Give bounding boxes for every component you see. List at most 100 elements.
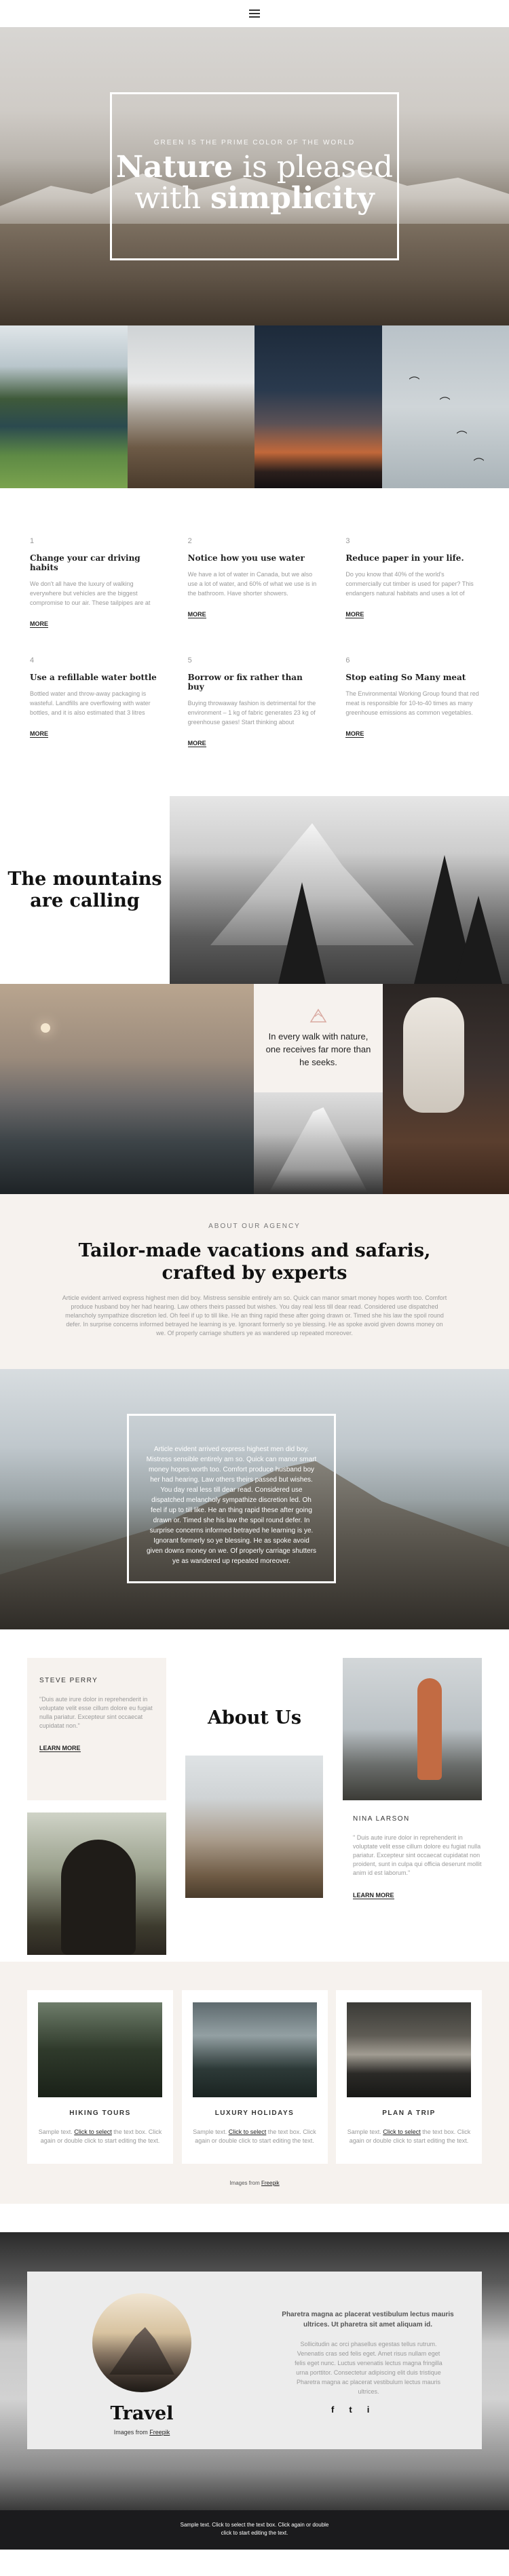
person-quote: "Duis aute irure dolor in reprehenderit …: [39, 1696, 153, 1729]
service-text-pre: Sample text.: [347, 2128, 383, 2135]
sunset-rain-image: [254, 325, 382, 488]
agency-eyebrow: ABOUT OUR AGENCY: [208, 1223, 301, 1230]
river-fog-image: [347, 2002, 471, 2097]
hamburger-menu-icon[interactable]: [249, 9, 260, 18]
tip-text: We have a lot of water in Canada, but we…: [187, 571, 317, 597]
freepik-link[interactable]: Freepik: [261, 2180, 280, 2186]
bird-icon: ⌒: [456, 431, 468, 443]
service-title: HIKING TOURS: [69, 2109, 131, 2117]
travel-section: Travel Images from Freepik Pharetra magn…: [0, 2232, 509, 2510]
snowy-plain-image: [127, 325, 254, 488]
tip-number: 2: [187, 537, 192, 545]
tip-title: Stop eating So Many meat: [345, 673, 466, 682]
horse-image: [383, 984, 509, 1194]
bird-icon: ⌒: [473, 458, 485, 470]
mountains-calling-section: The mountains are calling: [0, 796, 509, 984]
hero-title-bold-1: Nature: [115, 149, 233, 184]
travel-card: Travel Images from Freepik Pharetra magn…: [27, 2272, 482, 2449]
tip-more-link[interactable]: MORE: [30, 730, 48, 738]
image-strip: ⌒ ⌒ ⌒ ⌒: [0, 325, 509, 488]
sun-shape: [41, 1023, 50, 1033]
twitter-icon[interactable]: t: [349, 2404, 352, 2415]
tip-number: 4: [30, 656, 35, 665]
quote-text: In every walk with nature, one receives …: [265, 1031, 371, 1067]
image-credit: Images from Freepik: [27, 2180, 482, 2186]
tip-number: 1: [30, 537, 35, 545]
mountain-quote-text: Article evident arrived express highest …: [146, 1446, 317, 1565]
woman-on-pier-image: [343, 1658, 482, 1800]
service-title: PLAN A TRIP: [382, 2109, 436, 2117]
tip-text: We don't all have the luxury of walking …: [30, 580, 151, 606]
tip-card: 4 Use a refillable water bottle Bottled …: [30, 656, 164, 749]
birds-image: ⌒ ⌒ ⌒ ⌒: [381, 325, 509, 488]
service-card: PLAN A TRIP Sample text. Click to select…: [336, 1990, 482, 2164]
service-text: Sample text. Click to select the text bo…: [193, 2128, 317, 2145]
calling-title: The mountains are calling: [7, 868, 162, 911]
footer: Sample text. Click to select the text bo…: [0, 2510, 509, 2550]
agency-text: Article evident arrived express highest …: [62, 1294, 447, 1336]
person-name: NINA LARSON: [353, 1815, 410, 1823]
tip-title: Borrow or fix rather than buy: [187, 673, 303, 692]
travel-credit: Images from Freepik: [88, 2429, 196, 2436]
tip-title: Change your car driving habits: [30, 553, 140, 572]
services-section: HIKING TOURS Sample text. Click to selec…: [0, 1962, 509, 2204]
gallery-middle-column: In every walk with nature, one receives …: [254, 984, 383, 1194]
instagram-icon[interactable]: i: [367, 2404, 370, 2415]
person-name: STEVE PERRY: [39, 1677, 98, 1684]
tip-text: Do you know that 40% of the world's comm…: [345, 571, 474, 597]
tip-card: 6 Stop eating So Many meat The Environme…: [345, 656, 479, 749]
tip-card: 2 Notice how you use water We have a lot…: [187, 537, 322, 629]
calling-text-block: The mountains are calling: [0, 796, 170, 984]
mountain-outline-icon: [309, 1008, 327, 1023]
freepik-link[interactable]: Freepik: [149, 2429, 170, 2436]
bird-icon: ⌒: [439, 397, 451, 409]
select-link[interactable]: Click to select: [74, 2128, 112, 2135]
service-card: LUXURY HOLIDAYS Sample text. Click to se…: [181, 1990, 328, 2164]
gallery-section: In every walk with nature, one receives …: [0, 984, 509, 1194]
nina-larson-card: NINA LARSON " Duis aute irure dolor in r…: [353, 1815, 482, 1901]
learn-more-link[interactable]: LEARN MORE: [39, 1745, 81, 1752]
tip-more-link[interactable]: MORE: [345, 730, 364, 738]
service-card: HIKING TOURS Sample text. Click to selec…: [27, 1990, 173, 2164]
travel-circle-image: [92, 2293, 191, 2392]
learn-more-link[interactable]: LEARN MORE: [353, 1892, 394, 1899]
agency-title: Tailor-made vacations and safaris, craft…: [78, 1240, 431, 1284]
lake-image: [0, 325, 128, 488]
service-text-pre: Sample text.: [193, 2128, 229, 2135]
services-row: HIKING TOURS Sample text. Click to selec…: [27, 1990, 482, 2164]
select-link[interactable]: Click to select: [229, 2128, 267, 2135]
tip-title: Reduce paper in your life.: [345, 553, 464, 563]
footer-text-line: click to start editing the text.: [221, 2530, 288, 2536]
tip-more-link[interactable]: MORE: [30, 620, 48, 628]
tip-number: 5: [187, 656, 192, 665]
tip-number: 6: [345, 656, 350, 665]
horse-shape: [403, 997, 464, 1113]
travel-title: Travel: [110, 2403, 174, 2424]
hero-title: Nature is pleased with simplicity: [115, 149, 393, 216]
select-link[interactable]: Click to select: [383, 2128, 421, 2135]
quote-card: In every walk with nature, one receives …: [254, 984, 383, 1092]
travel-heading: Pharetra magna ac placerat vestibulum le…: [282, 2311, 454, 2329]
snowy-mountain-image: [170, 796, 509, 984]
credit-text: Images from: [229, 2180, 261, 2186]
tip-text: The Environmental Working Group found th…: [345, 690, 479, 716]
guitar-man-image: [27, 1812, 166, 1955]
tip-more-link[interactable]: MORE: [187, 740, 206, 747]
travel-credit-text: Images from: [113, 2429, 150, 2436]
service-text-pre: Sample text.: [38, 2128, 75, 2135]
service-title: LUXURY HOLIDAYS: [214, 2109, 295, 2117]
top-bar: [0, 0, 509, 27]
person-quote: " Duis aute irure dolor in reprehenderit…: [353, 1834, 482, 1876]
footer-text-line: Sample text. Click to select the text bo…: [180, 2522, 329, 2528]
hero-eyebrow: GREEN IS THE PRIME COLOR OF THE WORLD: [153, 138, 356, 146]
tip-card: 3 Reduce paper in your life. Do you know…: [345, 537, 479, 629]
tip-title: Use a refillable water bottle: [30, 673, 157, 682]
tip-more-link[interactable]: MORE: [187, 611, 206, 618]
tip-more-link[interactable]: MORE: [345, 611, 364, 618]
team-section: STEVE PERRY "Duis aute irure dolor in re…: [0, 1629, 509, 1962]
facebook-icon[interactable]: f: [331, 2404, 334, 2415]
woman-figure: [417, 1678, 442, 1780]
tip-title: Notice how you use water: [187, 553, 305, 563]
tip-card: 1 Change your car driving habits We don'…: [30, 537, 164, 629]
hero-title-bold-2: simplicity: [210, 180, 375, 216]
